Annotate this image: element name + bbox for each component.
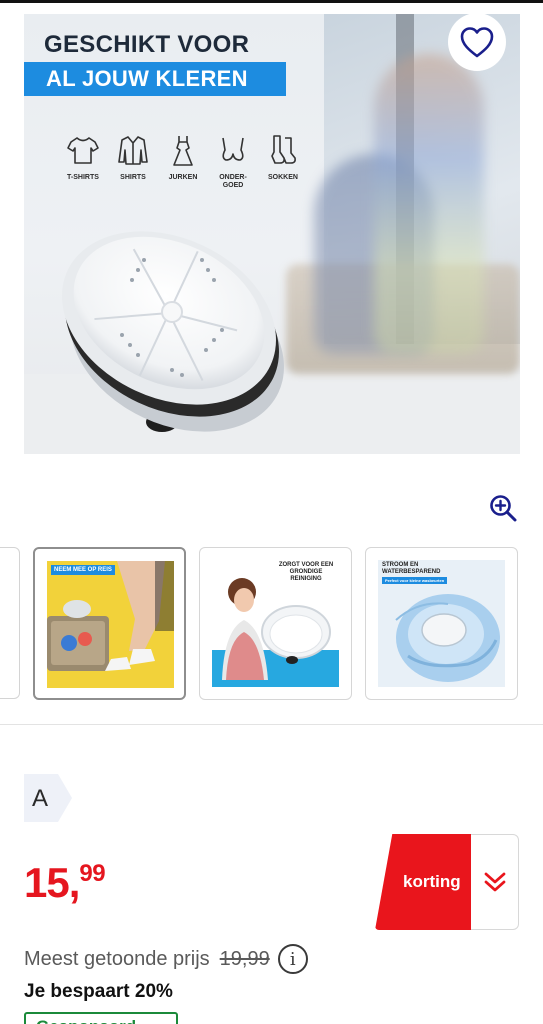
- clothing-item: ONDER- GOED: [208, 132, 258, 190]
- image-headline-line2: AL JOUW KLEREN: [24, 62, 286, 96]
- discount-label-box: korting: [375, 834, 471, 930]
- savings-text: Je bespaart 20%: [24, 981, 173, 1002]
- info-icon[interactable]: i: [277, 944, 308, 974]
- tshirt-icon: [67, 137, 99, 164]
- image-headline-line1: GESCHIKT VOOR: [44, 31, 250, 58]
- price: 15,99: [24, 858, 106, 908]
- heart-icon: [460, 27, 494, 58]
- shirt-icon: [118, 136, 148, 165]
- clothing-item: T-SHIRTS: [58, 132, 108, 182]
- most-shown-price-value: 19,99: [219, 947, 270, 970]
- double-chevron-down-icon: [484, 872, 505, 892]
- zoom-button[interactable]: [487, 492, 519, 524]
- product-main-image[interactable]: GESCHIKT VOOR AL JOUW KLEREN T-SHIRTS SH…: [24, 14, 520, 454]
- underwear-icon: [222, 137, 244, 161]
- socks-icon: [271, 135, 296, 164]
- zoom-in-icon: [490, 495, 517, 522]
- most-shown-price-label: Meest getoonde prijs: [24, 947, 210, 970]
- thumbnail-partial[interactable]: [0, 547, 20, 699]
- clothing-item: JURKEN: [158, 132, 208, 182]
- energy-label-letter: A: [32, 785, 49, 812]
- discount-label: korting: [403, 872, 461, 891]
- thumbnail-3[interactable]: STROOM EN WATERBESPAREND Perfect voor kl…: [365, 547, 518, 700]
- most-shown-price: Meest getoonde prijs 19,99 i: [24, 944, 308, 974]
- price-cents: 99: [79, 860, 106, 887]
- thumbnail-1[interactable]: NEEM MEE OP REIS: [33, 547, 186, 700]
- thumbnail-1-image: [47, 561, 174, 688]
- dress-icon: [173, 136, 193, 166]
- favorite-button[interactable]: [448, 13, 506, 71]
- clothing-types: T-SHIRTS SHIRTS JURKEN ONDER- GOED SOKKE…: [58, 132, 308, 202]
- thumbnail-2[interactable]: ZORGT VOOR EEN GRONDIGE REINIGING: [199, 547, 352, 700]
- discount-toggle[interactable]: korting: [375, 834, 519, 930]
- mini-washer-product: [62, 231, 284, 432]
- price-whole: 15,: [24, 859, 80, 906]
- section-divider: [0, 724, 543, 725]
- clothing-item: SHIRTS: [108, 132, 158, 182]
- status-bar: [0, 0, 543, 3]
- sponsored-badge: Gesponsord: [24, 1012, 178, 1024]
- clothing-item: SOKKEN: [258, 132, 308, 182]
- discount-expand[interactable]: [471, 834, 519, 930]
